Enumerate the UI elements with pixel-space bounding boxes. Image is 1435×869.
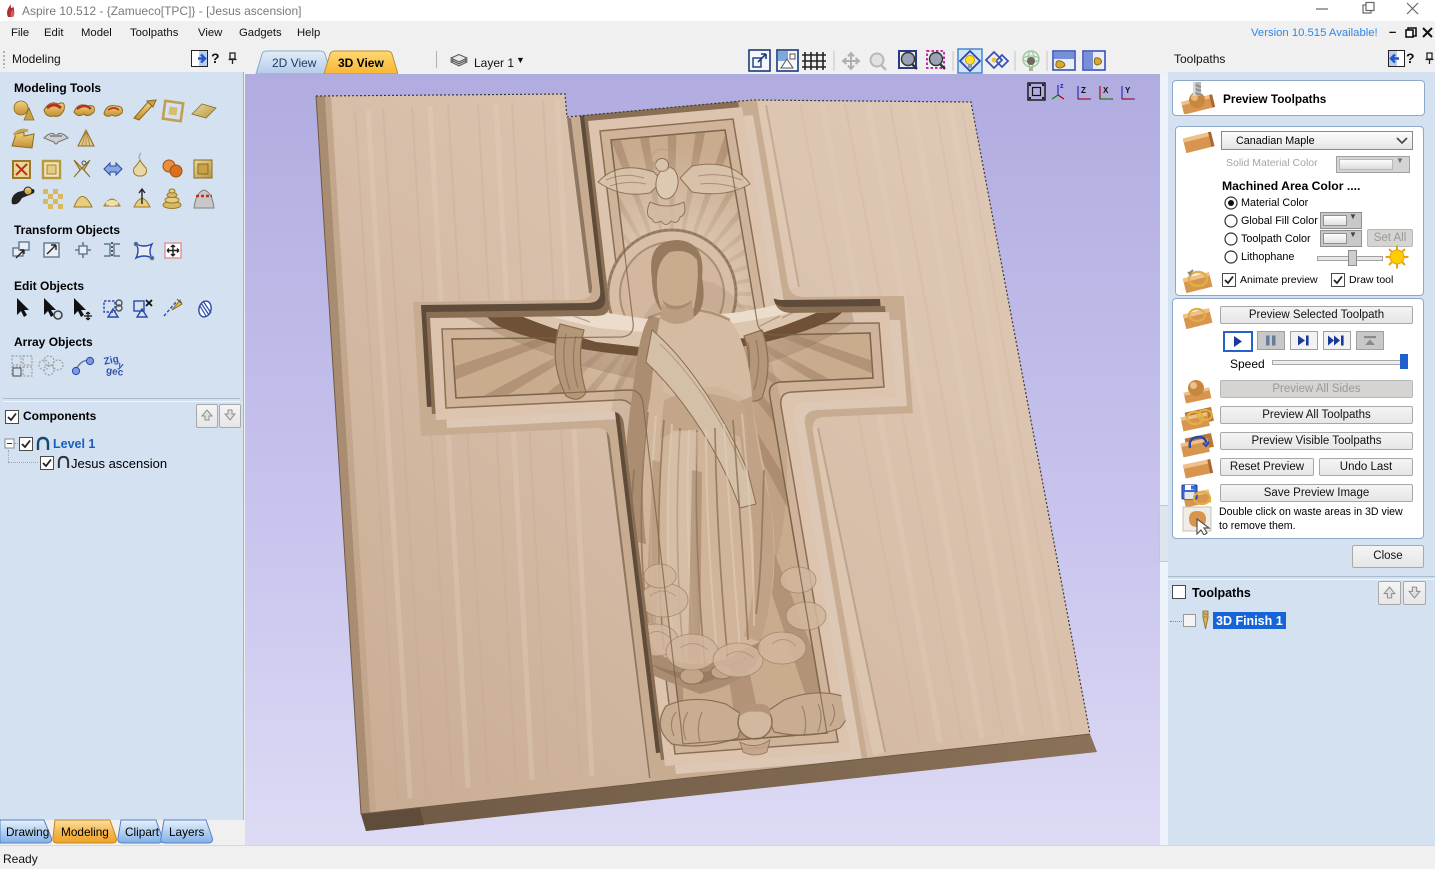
svg-text:Z: Z xyxy=(1081,86,1086,95)
svg-text:Modeling: Modeling xyxy=(61,825,109,839)
svg-text:3D View: 3D View xyxy=(338,56,384,70)
svg-text:z: z xyxy=(1060,83,1064,90)
svg-text:Layers: Layers xyxy=(169,825,205,839)
svg-text:Drawing: Drawing xyxy=(6,825,49,839)
svg-text:2D View: 2D View xyxy=(272,56,317,70)
svg-text:Clipart: Clipart xyxy=(125,825,160,839)
svg-text:Y: Y xyxy=(1125,86,1131,95)
svg-text:X: X xyxy=(1103,86,1109,95)
